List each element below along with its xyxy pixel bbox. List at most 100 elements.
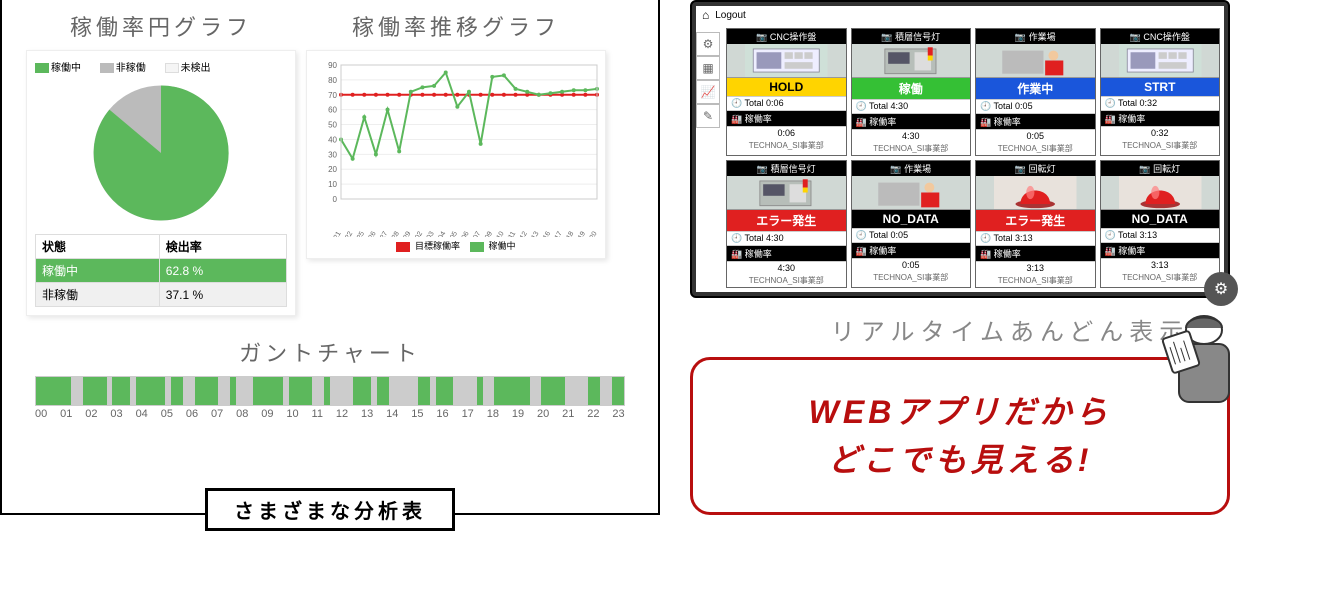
svg-text:40: 40: [328, 135, 337, 144]
cell-thumb: [852, 176, 971, 210]
cell-title: 📷 作業場: [976, 29, 1095, 44]
dashboard-cell[interactable]: 📷 作業場NO_DATA🕘 Total 0:05🏭 稼働率0:05TECHNOA…: [851, 160, 972, 288]
cell-title: 📷 積層信号灯: [727, 161, 846, 176]
sidebar-btn-3[interactable]: 📈: [696, 80, 720, 104]
cell-total: 🕘 Total 0:32: [1101, 96, 1220, 110]
gantt-block: ガントチャート 00010203040506070809101112131415…: [26, 336, 634, 420]
cell-org: TECHNOA_SI事業部: [852, 271, 971, 284]
cell-org: TECHNOA_SI事業部: [976, 142, 1095, 155]
callout-line2: どこでも見える!: [723, 436, 1197, 484]
cell-total: 🕘 Total 0:05: [976, 99, 1095, 113]
cell-thumb: [1101, 176, 1220, 210]
cell-org: TECHNOA_SI事業部: [727, 139, 846, 152]
cell-title: 📷 積層信号灯: [852, 29, 971, 44]
line-title: 稼働率推移グラフ: [306, 10, 606, 42]
line-legend: 目標稼働率 稼働中: [313, 239, 599, 252]
cell-status: NO_DATA: [1101, 210, 1220, 228]
svg-text:90: 90: [328, 61, 337, 70]
dashboard-cell[interactable]: 📷 積層信号灯エラー発生🕘 Total 4:30🏭 稼働率4:30TECHNOA…: [726, 160, 847, 288]
gantt-hours: 0001020304050607080910111213141516171819…: [35, 408, 625, 420]
sidebar-btn-4[interactable]: ✎: [696, 104, 720, 128]
cell-total: 🕘 Total 4:30: [727, 231, 846, 245]
cell-rate-label: 🏭 稼働率: [976, 113, 1095, 129]
legend-running2: 稼働中: [489, 241, 516, 251]
svg-text:30: 30: [328, 150, 337, 159]
svg-text:80: 80: [328, 76, 337, 85]
sidebar-btn-1[interactable]: ⚙: [696, 32, 720, 56]
cell-rate-value: 3:13: [1101, 258, 1220, 271]
cell-rate-value: 3:13: [976, 261, 1095, 274]
dashboard-cell[interactable]: 📷 CNC操作盤HOLD🕘 Total 0:06🏭 稼働率0:06TECHNOA…: [726, 28, 847, 156]
cell-thumb: [976, 44, 1095, 78]
cell-org: TECHNOA_SI事業部: [1101, 139, 1220, 152]
cell-rate-label: 🏭 稼働率: [727, 245, 846, 261]
td-running: 稼働中: [36, 259, 160, 283]
cell-rate-value: 4:30: [852, 129, 971, 142]
dashboard-sidebar: ⚙ ▦ 📈 ✎: [696, 32, 720, 128]
cell-status: 作業中: [976, 78, 1095, 99]
cell-org: TECHNOA_SI事業部: [976, 274, 1095, 287]
dashboard-grid: 📷 CNC操作盤HOLD🕘 Total 0:06🏭 稼働率0:06TECHNOA…: [726, 28, 1220, 288]
home-icon[interactable]: ⌂: [702, 8, 709, 22]
cell-status: エラー発生: [727, 210, 846, 231]
settings-fab-icon[interactable]: ⚙: [1204, 272, 1238, 306]
cell-rate-label: 🏭 稼働率: [852, 113, 971, 129]
cell-thumb: [976, 176, 1095, 210]
cell-status: HOLD: [727, 78, 846, 96]
pie-legend: 稼働中 非稼働 未検出: [35, 59, 287, 74]
cell-status: エラー発生: [976, 210, 1095, 231]
bottom-label: さまざまな分析表: [205, 488, 455, 531]
legend-target: 目標稼働率: [415, 241, 460, 251]
cell-thumb: [1101, 44, 1220, 78]
cell-total: 🕘 Total 0:06: [727, 96, 846, 110]
legend-running: 稼働中: [51, 59, 81, 74]
line-chart: 010203040506070809011/2111/2211/2511/261…: [313, 57, 603, 237]
callout-line1: WEBアプリだから: [723, 388, 1197, 436]
dashboard-cell[interactable]: 📷 CNC操作盤STRT🕘 Total 0:32🏭 稼働率0:32TECHNOA…: [1100, 28, 1221, 156]
cell-rate-value: 0:05: [976, 129, 1095, 142]
callout-box: WEBアプリだから どこでも見える!: [690, 357, 1230, 515]
svg-text:11/21: 11/21: [328, 230, 343, 237]
dashboard-cell[interactable]: 📷 積層信号灯稼働🕘 Total 4:30🏭 稼働率4:30TECHNOA_SI…: [851, 28, 972, 156]
cell-status: NO_DATA: [852, 210, 971, 228]
worker-illustration: [1159, 304, 1249, 424]
cell-rate-label: 🏭 稼働率: [852, 242, 971, 258]
svg-text:20: 20: [328, 165, 337, 174]
svg-text:60: 60: [328, 106, 337, 115]
cell-title: 📷 回転灯: [976, 161, 1095, 176]
dashboard-toolbar: ⌂ Logout: [696, 6, 1224, 24]
cell-total: 🕘 Total 3:13: [1101, 228, 1220, 242]
cell-thumb: [727, 44, 846, 78]
cell-total: 🕘 Total 3:13: [976, 231, 1095, 245]
cell-status: STRT: [1101, 78, 1220, 96]
cell-title: 📷 作業場: [852, 161, 971, 176]
svg-text:50: 50: [328, 121, 337, 130]
cell-status: 稼働: [852, 78, 971, 99]
legend-undetected: 未検出: [181, 59, 211, 74]
svg-text:70: 70: [328, 91, 337, 100]
cell-rate-value: 4:30: [727, 261, 846, 274]
line-card: 010203040506070809011/2111/2211/2511/261…: [306, 50, 606, 259]
logout-link[interactable]: Logout: [715, 10, 746, 21]
pie-title: 稼働率円グラフ: [26, 10, 296, 42]
svg-text:0: 0: [333, 195, 338, 204]
cell-rate-value: 0:06: [727, 126, 846, 139]
th-state: 状態: [36, 235, 160, 259]
legend-stopped: 非稼働: [116, 59, 146, 74]
pie-card: 稼働中 非稼働 未検出 状態検出率 稼働中62.8 % 非稼働37.1 %: [26, 50, 296, 316]
sidebar-btn-2[interactable]: ▦: [696, 56, 720, 80]
cell-thumb: [852, 44, 971, 78]
cell-rate-label: 🏭 稼働率: [1101, 242, 1220, 258]
dashboard-cell[interactable]: 📷 回転灯 NO_DATA🕘 Total 3:13🏭 稼働率3:13TECHNOA…: [1100, 160, 1221, 288]
analysis-panel: 稼働率円グラフ 稼働中 非稼働 未検出 状態検出率 稼働中62.8 % 非稼: [0, 0, 660, 515]
dashboard-cell[interactable]: 📷 回転灯エラー発生🕘 Total 3:13🏭 稼働率3:13TECHNOA_S…: [975, 160, 1096, 288]
cell-rate-label: 🏭 稼働率: [727, 110, 846, 126]
cell-org: TECHNOA_SI事業部: [1101, 271, 1220, 284]
cell-rate-value: 0:05: [852, 258, 971, 271]
td-running-rate: 62.8 %: [159, 259, 286, 283]
dashboard-cell[interactable]: 📷 作業場作業中🕘 Total 0:05🏭 稼働率0:05TECHNOA_SI事…: [975, 28, 1096, 156]
cell-title: 📷 回転灯: [1101, 161, 1220, 176]
td-stopped-rate: 37.1 %: [159, 283, 286, 307]
cell-thumb: [727, 176, 846, 210]
cell-org: TECHNOA_SI事業部: [852, 142, 971, 155]
